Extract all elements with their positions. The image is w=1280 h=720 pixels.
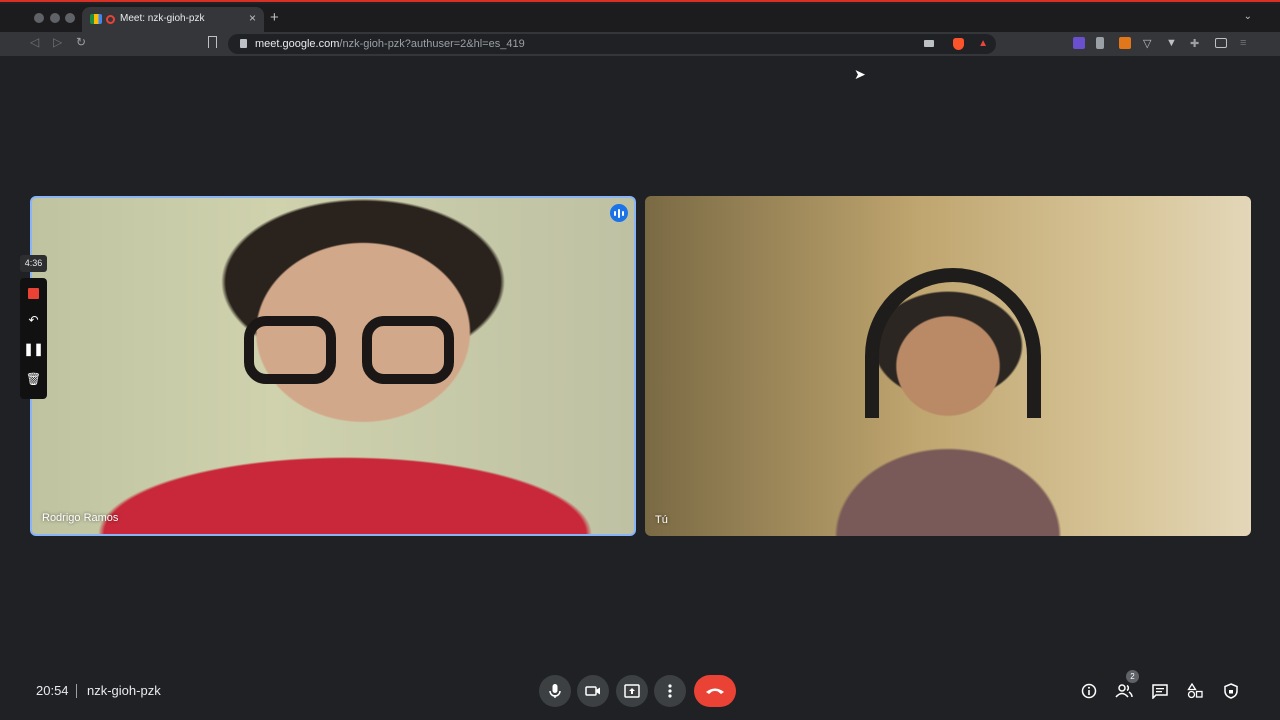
pause-icon[interactable]: ❚❚ <box>20 342 47 356</box>
shield-lock-icon <box>1224 683 1238 699</box>
hang-up-icon <box>706 688 724 694</box>
more-options-button[interactable] <box>654 675 686 707</box>
video-camera-icon <box>585 686 600 696</box>
people-count-badge: 2 <box>1126 670 1139 683</box>
address-bar[interactable]: meet.google.com/nzk-gioh-pzk?authuser=2&… <box>228 34 996 54</box>
browser-toolbar: ◁ ▷ ↻ meet.google.com/nzk-gioh-pzk?authu… <box>0 32 1280 56</box>
speaking-indicator-icon <box>610 204 628 222</box>
microphone-icon <box>549 684 561 698</box>
url-text[interactable]: meet.google.com/nzk-gioh-pzk?authuser=2&… <box>255 38 525 50</box>
participant-tile[interactable]: Rodrigo Ramos <box>30 196 636 536</box>
tab-close-icon[interactable]: × <box>249 11 256 25</box>
metamask-icon[interactable] <box>1119 37 1131 49</box>
menu-icon[interactable]: ≡ <box>1240 37 1252 49</box>
self-tile[interactable]: Tú <box>645 196 1251 536</box>
recording-timer: 4:36 <box>20 255 47 272</box>
mouse-cursor-icon: ➤ <box>854 66 866 82</box>
participant-video <box>865 268 1041 418</box>
back-icon[interactable]: ◁ <box>30 35 39 49</box>
chat-icon <box>1152 683 1168 699</box>
recorder-controls: ↶ ❚❚ 🗑 <box>20 278 47 399</box>
leave-call-button[interactable] <box>694 675 736 707</box>
present-screen-button[interactable] <box>616 675 648 707</box>
participant-video <box>244 316 454 386</box>
microphone-button[interactable] <box>539 675 571 707</box>
participant-name: Tú <box>655 514 668 526</box>
extension-icon[interactable] <box>1096 37 1104 49</box>
tab-search-chevron-icon[interactable]: ⌄ <box>1244 11 1252 22</box>
host-controls-button[interactable] <box>1221 681 1241 701</box>
stop-recording-icon[interactable] <box>28 288 39 299</box>
meet-favicon-icon <box>90 14 102 24</box>
tab-strip: Meet: nzk-gioh-pzk × + ⌄ <box>0 4 1280 33</box>
forward-icon[interactable]: ▷ <box>53 35 62 49</box>
meeting-details-button[interactable] <box>1079 681 1099 701</box>
extensions-puzzle-icon[interactable]: ✚ <box>1190 37 1202 50</box>
camera-button[interactable] <box>577 675 609 707</box>
maximize-window-icon[interactable] <box>65 13 75 23</box>
screen-recorder-widget: 4:36 ↶ ❚❚ 🗑 <box>20 255 47 399</box>
url-host: meet.google.com <box>255 38 340 50</box>
info-icon <box>1081 683 1097 699</box>
activities-icon <box>1187 683 1203 699</box>
new-tab-icon[interactable]: + <box>270 9 279 26</box>
activities-button[interactable] <box>1185 681 1205 701</box>
camera-in-use-icon[interactable] <box>924 40 934 47</box>
recording-indicator-icon <box>106 15 115 24</box>
url-path: /nzk-gioh-pzk?authuser=2&hl=es_419 <box>339 38 525 50</box>
reload-icon[interactable]: ↻ <box>76 35 86 49</box>
delete-icon[interactable]: 🗑 <box>20 372 47 386</box>
browser-tab[interactable]: Meet: nzk-gioh-pzk × <box>82 7 264 33</box>
extension-icon[interactable] <box>1073 37 1085 49</box>
wallet-icon[interactable] <box>1215 38 1227 48</box>
brave-shields-icon[interactable] <box>953 38 964 50</box>
vue-devtools-icon[interactable]: ▼ <box>1166 37 1178 49</box>
participant-name: Rodrigo Ramos <box>42 512 119 524</box>
minimize-window-icon[interactable] <box>50 13 60 23</box>
divider <box>76 684 77 698</box>
meeting-code: nzk-gioh-pzk <box>87 683 161 698</box>
people-button[interactable] <box>1114 681 1134 701</box>
present-screen-icon <box>624 684 640 698</box>
browser-window: Meet: nzk-gioh-pzk × + ⌄ ◁ ▷ ↻ meet.goog… <box>0 0 1280 720</box>
brave-rewards-icon[interactable]: ▲ <box>978 38 988 49</box>
undo-icon[interactable]: ↶ <box>20 313 47 327</box>
people-icon <box>1115 684 1133 698</box>
bookmark-icon[interactable] <box>208 36 217 48</box>
more-vert-icon <box>668 684 672 698</box>
meeting-time: 20:54 <box>36 683 69 698</box>
tab-title: Meet: nzk-gioh-pzk <box>120 13 205 24</box>
chat-button[interactable] <box>1150 681 1170 701</box>
close-window-icon[interactable] <box>34 13 44 23</box>
lock-icon[interactable] <box>240 39 247 48</box>
extension-icon[interactable]: ▽ <box>1143 37 1155 50</box>
